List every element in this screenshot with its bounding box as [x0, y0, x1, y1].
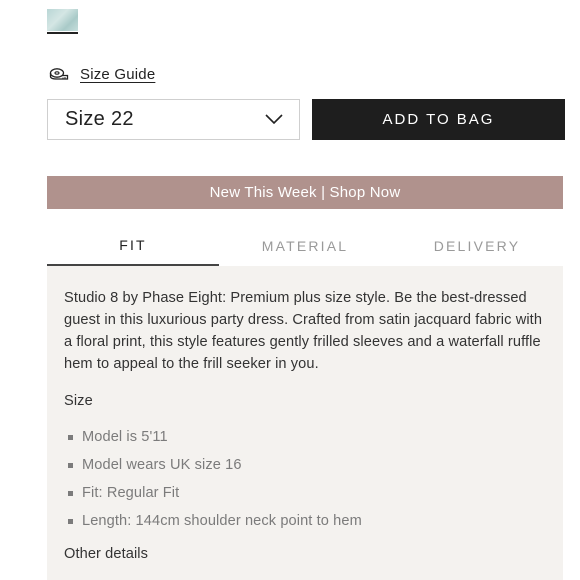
- size-details-list: Model is 5'11 Model wears UK size 16 Fit…: [64, 423, 547, 535]
- size-heading: Size: [64, 393, 93, 409]
- list-item: Fit: Regular Fit: [64, 479, 547, 507]
- list-item: Length: 144cm shoulder neck point to hem: [64, 507, 547, 535]
- list-item-text: Fit: Regular Fit: [82, 485, 180, 501]
- size-guide-label[interactable]: Size Guide: [80, 66, 155, 83]
- add-to-bag-button[interactable]: ADD TO BAG: [312, 99, 565, 140]
- bullet-icon: [68, 434, 73, 440]
- product-thumbnail[interactable]: [47, 9, 78, 31]
- tab-fit[interactable]: FIT: [47, 226, 219, 266]
- thumbnail-selected-indicator: [47, 32, 78, 34]
- promo-banner[interactable]: New This Week | Shop Now: [47, 176, 563, 209]
- product-info-tabs: FIT MATERIAL DELIVERY: [47, 226, 563, 266]
- tab-delivery[interactable]: DELIVERY: [391, 226, 563, 266]
- chevron-down-icon: [265, 111, 283, 129]
- size-select[interactable]: Size 22: [47, 99, 300, 140]
- bullet-icon: [68, 490, 73, 496]
- list-item-text: Model wears UK size 16: [82, 457, 242, 473]
- fit-tab-panel: Studio 8 by Phase Eight: Premium plus si…: [47, 266, 563, 580]
- list-item: Model wears UK size 16: [64, 451, 547, 479]
- size-select-value: Size 22: [65, 108, 134, 130]
- list-item-text: Model is 5'11: [82, 429, 168, 445]
- tab-material[interactable]: MATERIAL: [219, 226, 391, 266]
- bullet-icon: [68, 462, 73, 468]
- size-guide-link[interactable]: Size Guide: [49, 62, 155, 86]
- product-description: Studio 8 by Phase Eight: Premium plus si…: [64, 290, 543, 372]
- list-item-text: Length: 144cm shoulder neck point to hem: [82, 513, 362, 529]
- list-item: Model is 5'11: [64, 423, 547, 451]
- other-details-heading: Other details: [64, 546, 149, 562]
- measuring-tape-icon: [49, 66, 69, 82]
- bullet-icon: [68, 518, 73, 524]
